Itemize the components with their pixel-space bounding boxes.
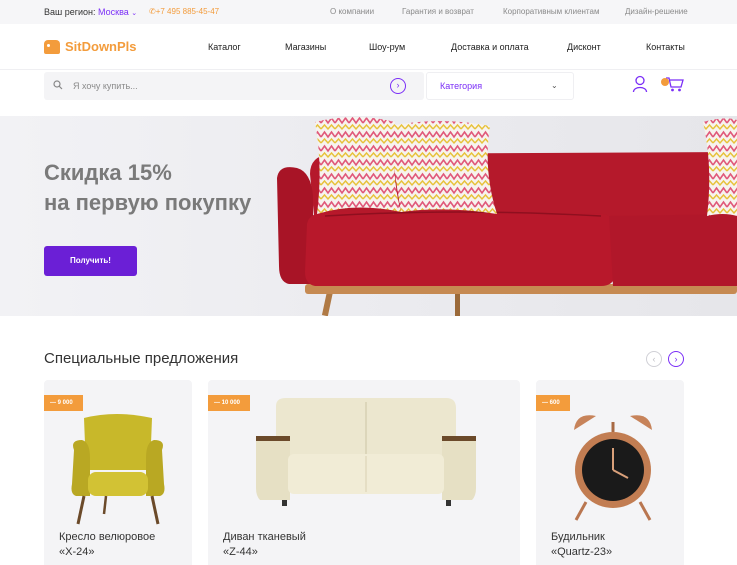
region-label: Ваш регион: — [44, 7, 96, 17]
product-card[interactable]: — 9 000 Кресло велюровое «X-24» — [44, 380, 192, 565]
search-placeholder: Я хочу купить... — [73, 81, 138, 91]
search-input[interactable]: Я хочу купить... › — [44, 72, 424, 100]
nav-contacts[interactable]: Контакты — [646, 42, 685, 52]
section-title: Специальные предложения — [44, 350, 239, 367]
get-discount-button[interactable]: Получить! — [44, 246, 137, 276]
chevron-down-icon: ⌄ — [131, 10, 138, 17]
hero-title: Скидка 15% на первую покупку — [44, 158, 251, 218]
top-link-about[interactable]: О компании — [330, 7, 374, 16]
top-link-warranty[interactable]: Гарантия и возврат — [402, 7, 474, 16]
product-model: «X-24» — [59, 546, 95, 558]
product-model: «Quartz-23» — [551, 546, 613, 558]
top-link-corporate[interactable]: Корпоративным клиентам — [503, 7, 599, 16]
carousel-prev-button[interactable]: ‹ — [646, 351, 662, 367]
product-name: Кресло велюровое — [59, 531, 156, 543]
region-selector[interactable]: Ваш регион: Москва ⌄ — [44, 7, 137, 17]
nav-stores[interactable]: Магазины — [285, 42, 326, 52]
sofa-image — [277, 117, 737, 316]
top-link-design[interactable]: Дизайн-решение — [625, 7, 688, 16]
product-title: Будильник «Quartz-23» — [551, 530, 684, 560]
logo[interactable]: SitDownPls — [44, 39, 137, 54]
header: SitDownPls Каталог Магазины Шоу-рум Дост… — [0, 24, 737, 70]
alarm-clock-image — [574, 415, 652, 521]
logo-text: SitDownPls — [65, 39, 137, 54]
phone-link[interactable]: ✆+7 495 885-45-47 — [149, 7, 219, 16]
sofa-thumbnail-image — [256, 398, 476, 506]
user-icon[interactable] — [632, 75, 648, 93]
hero-banner: Скидка 15% на первую покупку Получить! — [0, 116, 737, 316]
hero-line-2: на первую покупку — [44, 190, 252, 215]
search-icon — [53, 80, 63, 90]
carousel-next-button[interactable]: › — [668, 351, 684, 367]
product-name: Диван тканевый — [223, 531, 306, 543]
logo-icon — [44, 39, 60, 54]
product-title: Диван тканевый «Z-44» — [223, 530, 383, 560]
product-model: «Z-44» — [223, 546, 258, 558]
product-title: Кресло велюровое «X-24» — [59, 530, 192, 560]
discount-badge: — 9 000 — [44, 395, 83, 411]
product-card[interactable]: — 10 000 Диван тканевый «Z-44» — [208, 380, 520, 565]
nav-discount[interactable]: Дисконт — [567, 42, 601, 52]
cart-badge — [661, 78, 669, 86]
nav-catalog[interactable]: Каталог — [208, 42, 241, 52]
search-row: Я хочу купить... › Категория ⌄ — [0, 70, 737, 116]
category-label: Категория — [440, 81, 483, 91]
top-bar: Ваш регион: Москва ⌄ ✆+7 495 885-45-47 О… — [0, 0, 737, 24]
search-submit-button[interactable]: › — [390, 78, 406, 94]
region-city[interactable]: Москва — [98, 7, 129, 17]
product-card[interactable]: — 600 Будильник «Quartz-23» — [536, 380, 684, 565]
chevron-down-icon: ⌄ — [551, 81, 558, 90]
phone-icon: ✆ — [149, 7, 156, 16]
product-name: Будильник — [551, 531, 605, 543]
armchair-image — [71, 414, 165, 525]
nav-showroom[interactable]: Шоу-рум — [369, 42, 405, 52]
nav-delivery[interactable]: Доставка и оплата — [451, 42, 529, 52]
hero-line-1: Скидка 15% — [44, 160, 172, 185]
category-select[interactable]: Категория ⌄ — [426, 72, 574, 100]
phone-number: +7 495 885-45-47 — [155, 7, 220, 16]
discount-badge: — 10 000 — [208, 395, 251, 411]
discount-badge: — 600 — [536, 395, 570, 411]
